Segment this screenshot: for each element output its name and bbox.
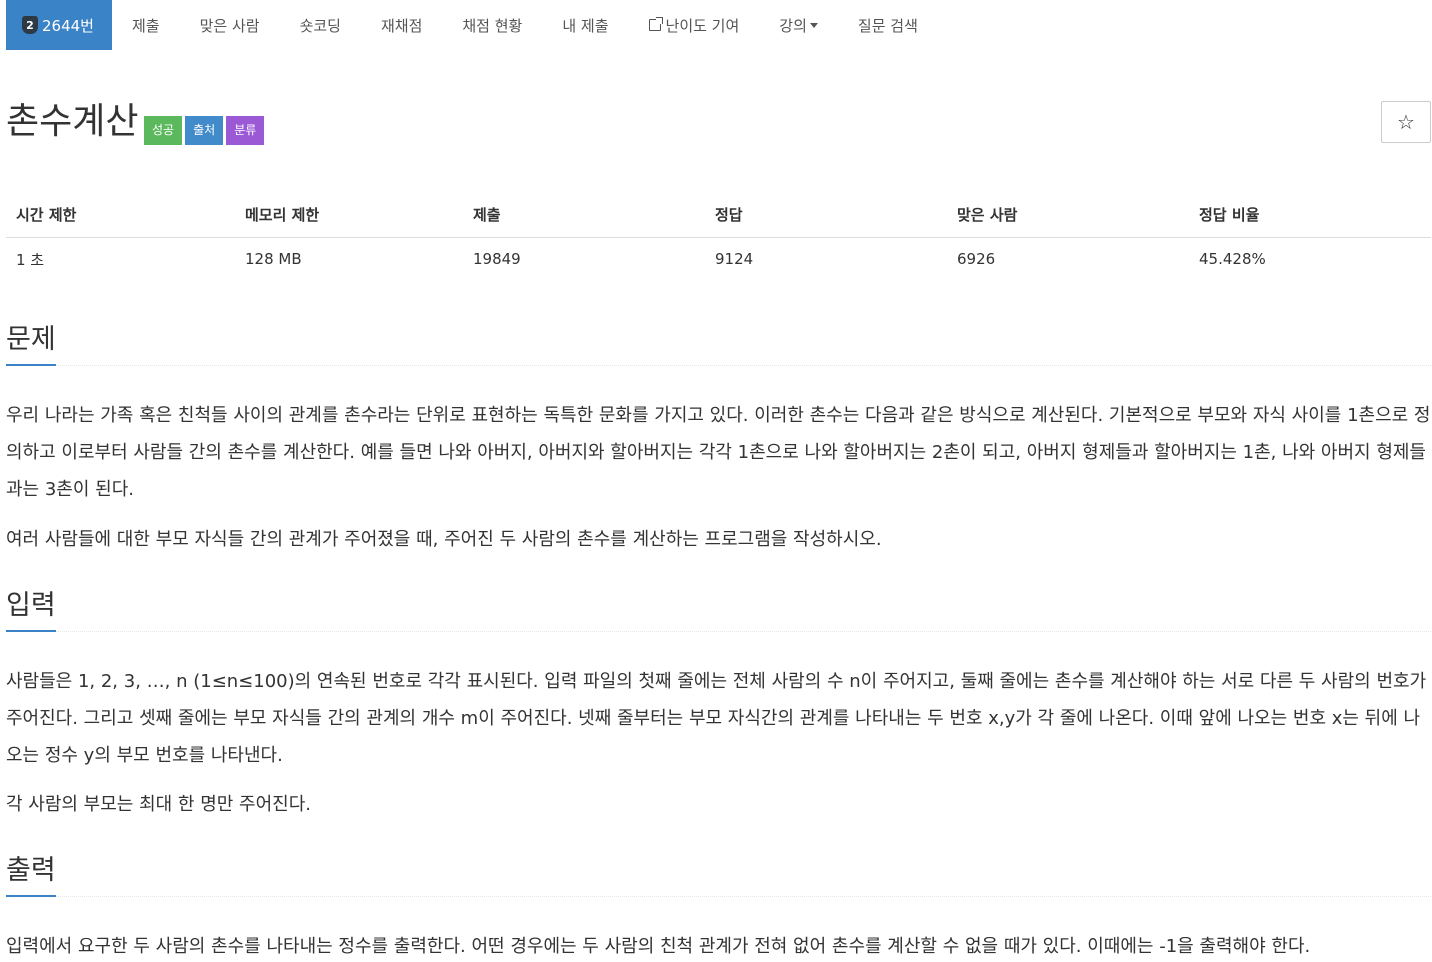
problem-title: 촌수계산 <box>6 101 139 142</box>
value-accept-ratio: 45.428% <box>1199 250 1266 269</box>
label-source[interactable]: 출처 <box>185 116 224 145</box>
header-submissions: 제출 <box>463 192 705 238</box>
header-accept-ratio: 정답 비율 <box>1189 192 1431 238</box>
favorite-star-button[interactable]: ☆ <box>1381 101 1431 143</box>
input-section-header: 입력 <box>6 586 1431 632</box>
star-icon: ☆ <box>1397 110 1415 134</box>
input-description-paragraph: 각 사람의 부모는 최대 한 명만 주어진다. <box>6 794 312 815</box>
value-accepted-users: 6926 <box>957 250 996 269</box>
header-memory-limit: 메모리 제한 <box>235 192 463 238</box>
nav-lectures-dropdown[interactable]: 강의 <box>759 0 838 50</box>
nav-problem-id[interactable]: 2 2644번 <box>6 0 112 50</box>
output-description-paragraph: 입력에서 요구한 두 사람의 촌수를 나타내는 정수를 출력한다. 어떤 경우에… <box>6 936 1311 957</box>
nav-rejudge[interactable]: 재채점 <box>361 0 442 50</box>
output-section-title: 출력 <box>6 851 56 897</box>
nav-submit[interactable]: 제출 <box>112 0 180 50</box>
value-accepted: 9124 <box>715 250 754 269</box>
value-submissions: 19849 <box>473 250 521 269</box>
problem-section-title: 문제 <box>6 320 56 366</box>
header-accepted-users: 맞은 사람 <box>947 192 1189 238</box>
nav-difficulty-label: 난이도 기여 <box>665 16 740 35</box>
input-section-title: 입력 <box>6 586 56 632</box>
nav-lectures-label: 강의 <box>779 16 807 35</box>
problem-id-label: 2644번 <box>42 16 94 35</box>
output-section-header: 출력 <box>6 851 1431 897</box>
table-header-row: 시간 제한 메모리 제한 제출 정답 맞은 사람 정답 비율 <box>6 192 1431 238</box>
header-accepted: 정답 <box>705 192 947 238</box>
caret-down-icon <box>809 22 818 28</box>
problem-description-paragraph: 여러 사람들에 대한 부모 자식들 간의 관계가 주어졌을 때, 주어진 두 사… <box>6 529 882 550</box>
tier-badge-icon: 2 <box>22 16 38 34</box>
label-category[interactable]: 분류 <box>226 116 265 145</box>
nav-accepted-users[interactable]: 맞은 사람 <box>180 0 280 50</box>
header-time-limit: 시간 제한 <box>6 192 235 238</box>
problem-section-header: 문제 <box>6 320 1431 366</box>
label-success[interactable]: 성공 <box>144 116 183 145</box>
nav-my-submissions[interactable]: 내 제출 <box>542 0 628 50</box>
problem-description-paragraph: 우리 나라는 가족 혹은 친척들 사이의 관계를 촌수라는 단위로 표현하는 독… <box>6 405 1431 500</box>
value-time-limit: 1 초 <box>16 250 45 269</box>
value-memory-limit: 128 MB <box>245 250 302 269</box>
table-row: 1 초 128 MB 19849 9124 6926 45.428% <box>6 237 1431 281</box>
problem-labels: 성공 출처 분류 <box>144 116 265 145</box>
external-link-icon <box>648 17 663 31</box>
nav-status[interactable]: 채점 현황 <box>442 0 542 50</box>
problem-nav: 2 2644번 제출 맞은 사람 숏코딩 재채점 채점 현황 내 제출 난이도 … <box>6 0 938 50</box>
nav-question-search[interactable]: 질문 검색 <box>838 0 938 50</box>
problem-info-table: 시간 제한 메모리 제한 제출 정답 맞은 사람 정답 비율 1 초 128 M… <box>6 192 1431 281</box>
input-description-paragraph: 사람들은 1, 2, 3, …, n (1≤n≤100)의 연속된 번호로 각각… <box>6 671 1427 766</box>
nav-short-coding[interactable]: 숏코딩 <box>280 0 361 50</box>
nav-difficulty-contribution[interactable]: 난이도 기여 <box>629 0 760 50</box>
